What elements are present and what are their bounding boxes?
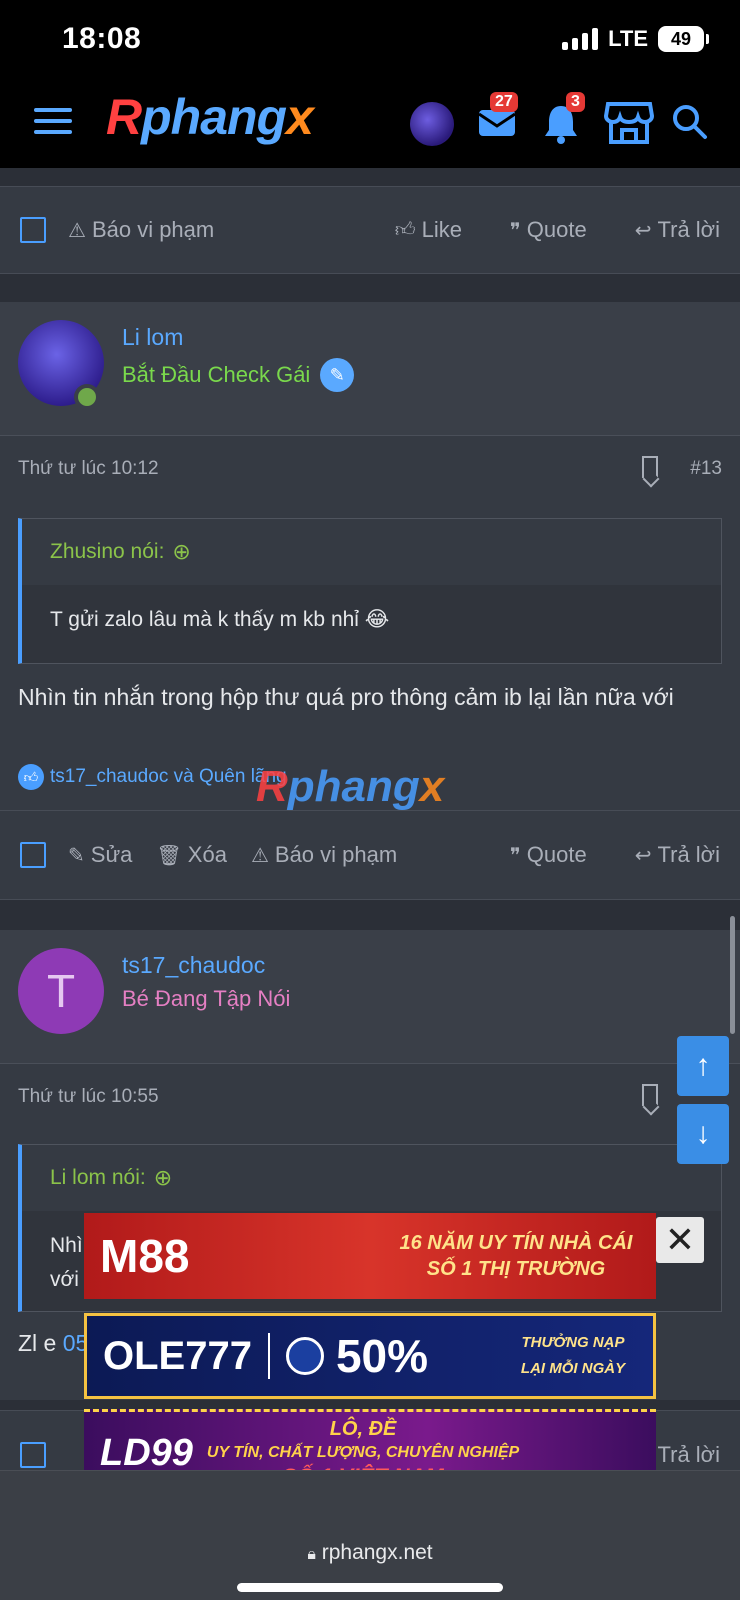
store-button[interactable]	[603, 100, 655, 151]
watermark-logo: Rphangx	[256, 762, 445, 811]
author-title: Bắt Đầu Check Gái ✎	[122, 358, 355, 392]
like-button[interactable]: 👍︎ Like	[395, 217, 462, 243]
lock-icon: 🔒︎	[307, 1546, 316, 1563]
quote-button[interactable]: ❞ Quote	[510, 217, 587, 243]
post-body: Nhìn tin nhắn trong hộp thư quá pro thôn…	[18, 684, 674, 710]
post-author: T ts17_chaudoc Bé Đang Tập Nói	[0, 930, 740, 1064]
author-name[interactable]: ts17_chaudoc	[122, 952, 265, 979]
post-actions-bar: ⚠ Báo vi phạm 👍︎ Like ❞ Quote ↩ Trả lời	[0, 186, 740, 274]
battery-indicator: 49	[658, 26, 709, 52]
search-icon	[673, 105, 707, 139]
post-number[interactable]: #13	[690, 458, 722, 480]
scroll-to-top-button[interactable]: ↑	[677, 1036, 729, 1096]
report-button[interactable]: ⚠ Báo vi phạm	[251, 842, 397, 868]
top-navigation: Rphangx 27 3	[0, 80, 740, 168]
club-crest-icon	[285, 1337, 324, 1375]
quote-block: Zhusino nói: ⊕ T gửi zalo lâu mà k thấy …	[18, 518, 722, 664]
reply-button[interactable]: ↩Trả lời	[635, 842, 720, 868]
online-status-icon	[74, 384, 100, 410]
close-icon: ✕	[664, 1219, 696, 1260]
pencil-icon: ✎	[68, 844, 85, 867]
arrow-up-circle-icon[interactable]: ⊕	[172, 539, 190, 565]
post-date[interactable]: Thứ tư lúc 10:55	[18, 1086, 159, 1108]
notifications-button[interactable]: 3	[542, 92, 585, 153]
messages-badge: 27	[490, 92, 518, 112]
bookmark-icon[interactable]	[642, 1084, 658, 1106]
reply-icon: ↩	[634, 844, 652, 867]
quote-text: T gửi zalo lâu mà k thấy m kb nhỉ 😂	[50, 608, 390, 631]
quote-author[interactable]: Zhusino nói: ⊕	[22, 519, 721, 585]
verified-icon: ✎	[320, 358, 355, 392]
menu-icon[interactable]	[34, 108, 72, 138]
signal-icon	[562, 28, 599, 50]
url-display[interactable]: 🔒︎ rphangx.net	[0, 1541, 740, 1565]
quote-author[interactable]: Li lom nói: ⊕	[22, 1145, 721, 1211]
post-meta: Thứ tư lúc 10:55	[0, 1064, 740, 1130]
scroll-to-bottom-button[interactable]: ↓	[677, 1104, 729, 1164]
select-checkbox[interactable]	[20, 217, 46, 243]
quote-icon: ❞	[510, 219, 521, 242]
messages-button[interactable]: 27	[478, 92, 518, 151]
post-meta: Thứ tư lúc 10:12 #13	[0, 436, 740, 502]
likes-summary[interactable]: 👍︎ ts17_chaudoc và Quên lãng	[18, 764, 287, 790]
alert-icon: ⚠	[250, 844, 269, 867]
quote-button[interactable]: ❞ Quote	[510, 842, 587, 868]
arrow-up-circle-icon[interactable]: ⊕	[154, 1165, 172, 1191]
post-author: Li lom Bắt Đầu Check Gái ✎	[0, 302, 740, 436]
home-indicator[interactable]	[237, 1583, 503, 1592]
author-name[interactable]: Li lom	[122, 324, 183, 351]
arrow-up-icon: ↑	[695, 1049, 711, 1082]
ad-banner-ole777[interactable]: OLE777 50% THƯỞNG NẠP LẠI MỖI NGÀY	[84, 1313, 656, 1399]
site-logo[interactable]: Rphangx	[106, 88, 314, 146]
quote-icon: ❞	[510, 844, 521, 867]
browser-url-bar[interactable]: 🔒︎ rphangx.net	[0, 1470, 740, 1600]
report-button[interactable]: ⚠ Báo vi phạm	[68, 217, 214, 243]
arrow-down-icon: ↓	[695, 1117, 711, 1150]
post-date[interactable]: Thứ tư lúc 10:12	[18, 458, 159, 480]
status-time: 18:08	[62, 22, 142, 55]
select-checkbox[interactable]	[20, 1442, 46, 1468]
select-checkbox[interactable]	[20, 842, 46, 868]
alert-icon: ⚠	[68, 219, 86, 242]
ad-banner-m88[interactable]: M88 16 NĂM UY TÍN NHÀ CÁI SỐ 1 THỊ TRƯỜN…	[84, 1213, 656, 1299]
reply-button[interactable]: ↩Trả lời	[635, 217, 720, 243]
status-bar: 18:08 LTE 49	[0, 0, 740, 80]
like-icon: 👍︎	[18, 764, 44, 790]
scrollbar[interactable]	[730, 916, 735, 1034]
status-indicators: LTE 49	[562, 26, 709, 52]
search-button[interactable]	[672, 104, 708, 145]
edit-button[interactable]: ✎ Sửa	[68, 842, 132, 868]
thumbs-up-icon: 👍︎	[394, 219, 416, 241]
close-ad-button[interactable]: ✕	[656, 1217, 704, 1263]
reply-icon: ↩	[634, 219, 652, 242]
user-avatar[interactable]	[410, 102, 454, 146]
trash-icon: 🗑︎	[156, 844, 182, 867]
network-label: LTE	[608, 26, 648, 51]
post-13-actions: ✎ Sửa 🗑︎ Xóa ⚠ Báo vi phạm ❞ Quote ↩ Trả lời	[0, 810, 740, 900]
bookmark-icon[interactable]	[642, 456, 658, 478]
author-avatar[interactable]: T	[18, 948, 104, 1034]
author-title: Bé Đang Tập Nói	[122, 986, 291, 1011]
notifications-badge: 3	[566, 92, 585, 112]
delete-button[interactable]: 🗑︎ Xóa	[156, 842, 227, 868]
store-icon	[603, 102, 655, 144]
